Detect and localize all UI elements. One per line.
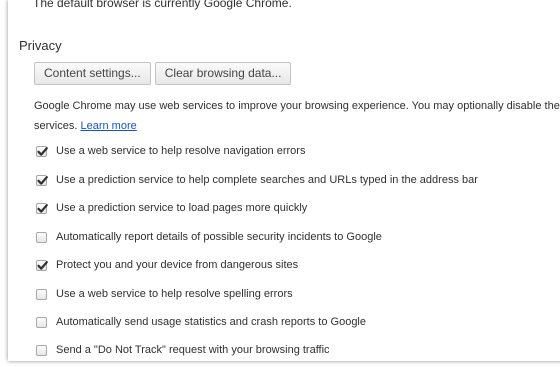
checkmark-icon [37,146,48,156]
clear-browsing-data-button[interactable]: Clear browsing data... [154,62,292,85]
option-page-prediction[interactable]: Use a prediction service to load pages m… [36,200,307,216]
checkbox-do-not-track[interactable] [36,344,47,356]
checkbox-security-incidents[interactable] [36,231,47,243]
option-dangerous-sites[interactable]: Protect you and your device from dangero… [36,257,298,273]
default-browser-note: The default browser is currently Google … [33,0,292,10]
privacy-description-services-text: services. [34,120,81,132]
option-do-not-track[interactable]: Send a "Do Not Track" request with your … [36,342,330,358]
checkmark-icon [37,260,48,270]
option-usage-statistics[interactable]: Automatically send usage statistics and … [36,314,366,330]
settings-panel: The default browser is currently Google … [8,0,560,361]
checkbox-navigation-errors[interactable] [36,145,48,157]
checkbox-search-prediction[interactable] [36,174,48,186]
privacy-section-title: Privacy [19,38,62,53]
checkbox-usage-statistics[interactable] [36,316,47,328]
option-navigation-errors[interactable]: Use a web service to help resolve naviga… [36,143,305,159]
privacy-description: Google Chrome may use web services to im… [34,96,560,136]
option-label: Protect you and your device from dangero… [56,259,299,271]
checkbox-spelling-errors[interactable] [36,288,47,300]
option-label: Use a prediction service to load pages m… [56,202,308,214]
option-security-incidents[interactable]: Automatically report details of possible… [36,229,382,245]
checkbox-dangerous-sites[interactable] [36,259,48,271]
option-label: Use a web service to help resolve spelli… [56,288,293,300]
privacy-description-line1: Google Chrome may use web services to im… [34,100,560,112]
option-label: Send a "Do Not Track" request with your … [56,344,330,356]
option-label: Automatically report details of possible… [56,231,382,243]
checkbox-page-prediction[interactable] [36,202,48,214]
checkmark-icon [37,175,48,185]
checkmark-icon [37,203,48,213]
privacy-description-line2: services. Learn more [34,116,560,136]
option-search-prediction[interactable]: Use a prediction service to help complet… [36,172,478,188]
learn-more-link[interactable]: Learn more [80,120,136,132]
option-spelling-errors[interactable]: Use a web service to help resolve spelli… [36,286,293,302]
privacy-button-row: Content settings... Clear browsing data.… [34,62,292,85]
content-settings-button[interactable]: Content settings... [34,62,151,85]
option-label: Use a web service to help resolve naviga… [56,145,306,157]
option-label: Use a prediction service to help complet… [56,174,478,186]
option-label: Automatically send usage statistics and … [56,316,366,328]
